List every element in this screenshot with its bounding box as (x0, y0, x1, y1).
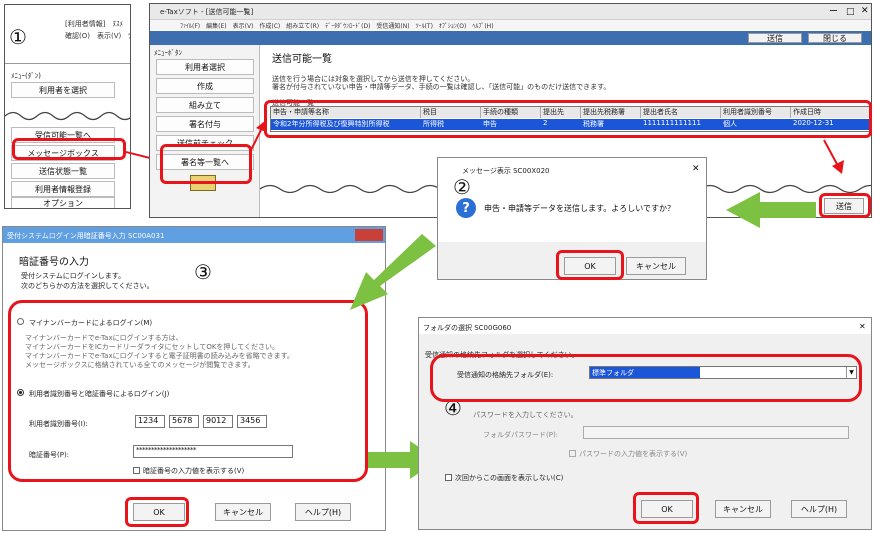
folder-help-button[interactable]: ヘルプ(H) (791, 500, 847, 518)
highlight-send-button (819, 193, 871, 218)
main-menubar: ﾌｧｲﾙ(F) 編集(E) 表示(V) 作成(C) 組み立て(R) ﾃﾞｰﾀﾀﾞ… (150, 20, 871, 30)
login-help-button[interactable]: ヘルプ(H) (295, 503, 351, 521)
pw-instruction: パスワードを入力してください。 (473, 411, 578, 419)
main-toolbar: 送信 閉じる (150, 31, 871, 45)
highlight-table-row (264, 100, 872, 138)
folder-pw-field[interactable] (583, 426, 849, 439)
menu-item-options[interactable]: オプション (11, 197, 115, 208)
highlight-login-options (8, 300, 368, 482)
login-titlebar: 受付システムログイン用暗証番号入力 SC00A031 (3, 227, 385, 243)
folder-close-icon[interactable]: ✕ (859, 322, 866, 331)
confirm-cancel-button[interactable]: キャンセル (626, 257, 686, 275)
confirm-title: メッセージ表示 SC00X020 (462, 167, 550, 175)
green-arrow-1 (726, 192, 816, 228)
sidebar-item-3[interactable]: 署名付与 (156, 116, 254, 132)
folder-show-pw-label: パスワードの入力値を表示する(V) (579, 450, 688, 458)
menu-item-user-info[interactable]: 利用者情報登録 (11, 181, 115, 197)
highlight-folder-section (430, 354, 862, 402)
highlight-confirm-ok (556, 250, 624, 280)
main-title: e-Taxソフト - [送信可能一覧] (160, 8, 254, 16)
toolbar-close-button[interactable]: 閉じる (808, 33, 862, 43)
wavy-break (5, 111, 130, 121)
main-titlebar: e-Taxソフト - [送信可能一覧] □ ✕ (150, 4, 871, 20)
login-heading: 暗証番号の入力 (19, 257, 89, 268)
sidebar-item-0[interactable]: 利用者選択 (156, 59, 254, 75)
no-show-label: 次回からこの画面を表示しない(C) (455, 474, 564, 482)
folder-pw-label: フォルダパスワード(P): (483, 431, 559, 439)
minimize-icon[interactable] (830, 10, 837, 11)
menu-item-select-user[interactable]: 利用者を選択 (11, 82, 115, 98)
highlight-login-ok (125, 497, 189, 527)
step-marker-2: ② (453, 175, 471, 199)
green-arrow-2 (350, 234, 436, 310)
sidebar-item-1[interactable]: 作成 (156, 78, 254, 94)
no-show-checkbox[interactable] (445, 474, 452, 481)
sidebar-item-2[interactable]: 組み立て (156, 97, 254, 113)
confirm-close-icon[interactable]: ✕ (692, 164, 700, 174)
confirm-message: 申告・申請等データを送信します。よろしいですか？ (484, 204, 675, 213)
question-icon: ? (456, 198, 476, 218)
menu-item-send-status[interactable]: 送信状態一覧 (11, 163, 115, 179)
login-title: 受付システムログイン用暗証番号入力 SC00A031 (7, 232, 165, 240)
login-intro-1: 受付システムにログインします。 (21, 272, 126, 280)
login-intro-2: 次のどちらかの方法を選択してください。 (21, 282, 154, 290)
red-arrow-2 (249, 120, 266, 153)
highlight-message-box (12, 138, 126, 160)
main-sidebar: ﾒﾆｭｰﾎﾞﾀﾝ 利用者選択 作成 組み立て 署名付与 送信前チェック 署名等一… (150, 45, 260, 217)
close-icon[interactable]: ✕ (861, 6, 869, 16)
highlight-folder-ok (633, 492, 699, 524)
maximize-icon[interactable]: □ (846, 7, 855, 17)
red-arrow-3 (823, 139, 844, 174)
step-marker-1: ① (9, 25, 27, 49)
page-title: 送信可能一覧 (272, 54, 332, 65)
folder-title: フォルダの選択 SC00G060 (423, 324, 512, 332)
confirm-titlebar: メッセージ表示 SC00X020 ✕ (438, 158, 706, 180)
menu-label: ﾒﾆｭｰ(ﾀﾞﾝ) (11, 72, 41, 80)
folder-cancel-button[interactable]: キャンセル (715, 500, 771, 518)
folder-titlebar: フォルダの選択 SC00G060 ✕ (419, 318, 871, 334)
highlight-send-icon (160, 144, 252, 184)
folder-show-pw-checkbox[interactable] (569, 450, 576, 457)
step-marker-3: ③ (194, 260, 212, 284)
toolbar-send-button[interactable]: 送信 (748, 33, 802, 43)
login-cancel-button[interactable]: キャンセル (215, 503, 271, 521)
